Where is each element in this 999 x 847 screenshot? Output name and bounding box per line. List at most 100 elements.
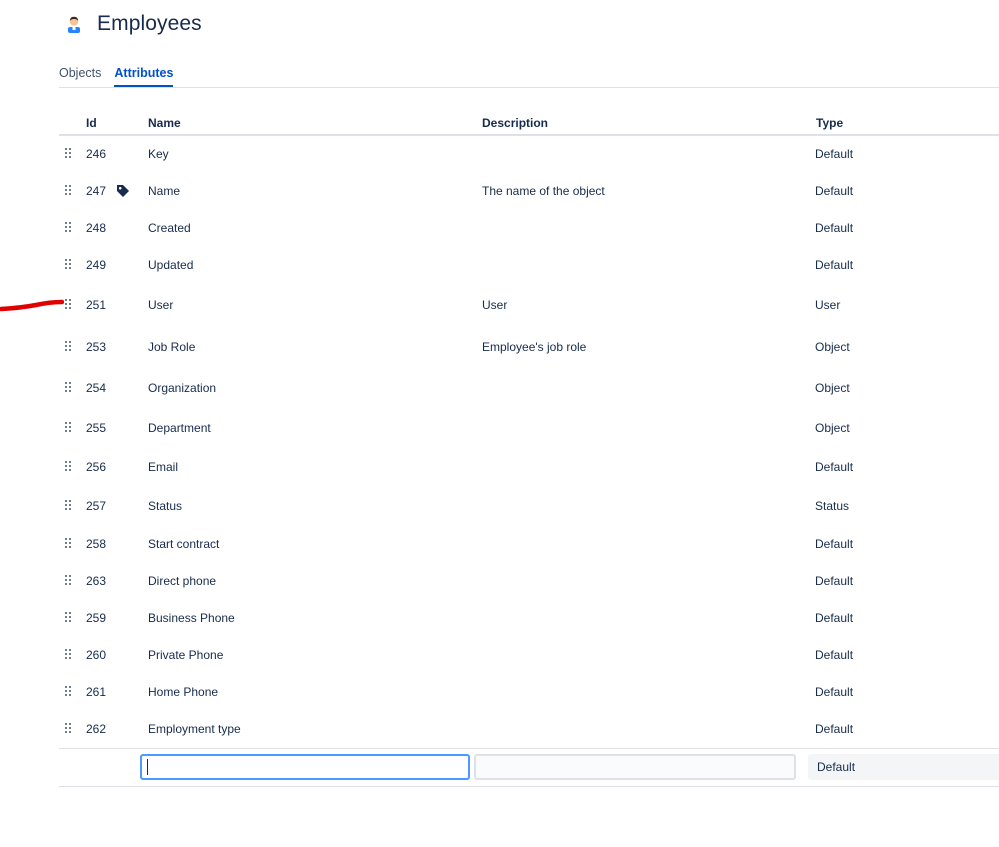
text-cursor (147, 759, 148, 775)
attribute-type: Default (815, 685, 854, 699)
attribute-name: Job Role (148, 340, 196, 354)
tab-bar: Objects Attributes (59, 60, 999, 88)
tab-objects[interactable]: Objects (59, 60, 101, 86)
drag-handle-icon[interactable] (65, 222, 73, 234)
attribute-name: Key (148, 147, 169, 161)
new-attribute-name-input[interactable] (140, 754, 470, 780)
drag-handle-icon[interactable] (65, 461, 73, 473)
attribute-id: 249 (86, 258, 107, 272)
drag-handle-icon[interactable] (65, 185, 73, 197)
attribute-name: Updated (148, 258, 194, 272)
drag-handle-icon[interactable] (65, 148, 73, 160)
attribute-id: 263 (86, 574, 107, 588)
page-title: Employees (97, 12, 202, 35)
drag-handle-icon[interactable] (65, 382, 73, 394)
attributes-table: Id Name Description Type 246 Key Default 24… (59, 110, 999, 787)
column-header-id[interactable]: Id (86, 116, 97, 130)
attribute-name: User (148, 298, 174, 312)
table-row[interactable]: 251 User User User (59, 290, 999, 320)
attribute-type: Object (815, 421, 850, 435)
new-attribute-type-select[interactable]: Default (808, 754, 999, 780)
attribute-name: Employment type (148, 722, 241, 736)
table-row[interactable]: 258 Start contract Default (59, 529, 999, 559)
table-row[interactable]: 257 Status Status (59, 491, 999, 521)
tab-attributes[interactable]: Attributes (114, 60, 174, 87)
attribute-name: Start contract (148, 537, 220, 551)
drag-handle-icon[interactable] (65, 259, 73, 271)
column-header-description[interactable]: Description (482, 116, 548, 130)
attribute-type: Default (815, 537, 854, 551)
attribute-type: Default (815, 574, 854, 588)
table-row[interactable]: 249 Updated Default (59, 250, 999, 280)
drag-handle-icon[interactable] (65, 723, 73, 735)
attribute-name: Department (148, 421, 211, 435)
attribute-id: 247 (86, 184, 107, 198)
attribute-name: Private Phone (148, 648, 224, 662)
table-row[interactable]: 260 Private Phone Default (59, 640, 999, 670)
attribute-name: Created (148, 221, 191, 235)
attribute-id: 246 (86, 147, 107, 161)
attribute-name: Name (148, 184, 181, 198)
attribute-id: 251 (86, 298, 107, 312)
attribute-type: Default (815, 460, 854, 474)
attribute-type: Object (815, 340, 850, 354)
attribute-name: Direct phone (148, 574, 217, 588)
table-row[interactable]: 259 Business Phone Default (59, 603, 999, 633)
attribute-type: Default (815, 147, 854, 161)
attribute-description: User (482, 298, 508, 312)
attribute-type: Default (815, 258, 854, 272)
attribute-id: 259 (86, 611, 107, 625)
drag-handle-icon[interactable] (65, 500, 73, 512)
table-row[interactable]: 248 Created Default (59, 213, 999, 243)
attribute-type: Status (815, 499, 850, 513)
attribute-type: User (815, 298, 841, 312)
drag-handle-icon[interactable] (65, 649, 73, 661)
table-row[interactable]: 255 Department Object (59, 413, 999, 443)
attribute-type: Default (815, 221, 854, 235)
new-attribute-description-input[interactable] (474, 754, 796, 780)
attribute-type: Default (815, 184, 854, 198)
label-tag-icon (117, 185, 129, 197)
column-header-type[interactable]: Type (816, 116, 843, 130)
attribute-id: 257 (86, 499, 107, 513)
attribute-id: 258 (86, 537, 107, 551)
attribute-name: Status (148, 499, 183, 513)
drag-handle-icon[interactable] (65, 299, 73, 311)
attribute-name: Home Phone (148, 685, 219, 699)
attribute-type: Default (815, 722, 854, 736)
drag-handle-icon[interactable] (65, 612, 73, 624)
red-annotation-mark (0, 299, 64, 312)
table-header: Id Name Description Type (59, 110, 999, 136)
table-row[interactable]: 253 Job Role Employee's job role Object (59, 332, 999, 362)
attribute-description: The name of the object (482, 184, 605, 198)
table-row[interactable]: 256 Email Default (59, 452, 999, 482)
attribute-name: Business Phone (148, 611, 235, 625)
drag-handle-icon[interactable] (65, 538, 73, 550)
attribute-type: Object (815, 381, 850, 395)
attribute-name: Email (148, 460, 179, 474)
table-row[interactable]: 261 Home Phone Default (59, 677, 999, 707)
attribute-id: 255 (86, 421, 107, 435)
attribute-id: 262 (86, 722, 107, 736)
attribute-name: Organization (148, 381, 217, 395)
drag-handle-icon[interactable] (65, 341, 73, 353)
table-row[interactable]: 247 Name The name of the object Default (59, 176, 999, 206)
table-row[interactable]: 254 Organization Object (59, 373, 999, 403)
new-attribute-row: Default (59, 748, 999, 787)
table-row[interactable]: 246 Key Default (59, 139, 999, 169)
drag-handle-icon[interactable] (65, 422, 73, 434)
drag-handle-icon[interactable] (65, 686, 73, 698)
user-avatar-icon (68, 16, 80, 33)
attribute-type: Default (815, 648, 854, 662)
table-row[interactable]: 263 Direct phone Default (59, 566, 999, 596)
attribute-id: 253 (86, 340, 107, 354)
attribute-description: Employee's job role (482, 340, 587, 354)
attribute-id: 256 (86, 460, 107, 474)
attribute-id: 248 (86, 221, 107, 235)
column-header-name[interactable]: Name (148, 116, 181, 130)
page-header: Employees (64, 10, 202, 38)
attribute-id: 261 (86, 685, 107, 699)
drag-handle-icon[interactable] (65, 575, 73, 587)
table-row[interactable]: 262 Employment type Default (59, 714, 999, 744)
attribute-type: Default (815, 611, 854, 625)
